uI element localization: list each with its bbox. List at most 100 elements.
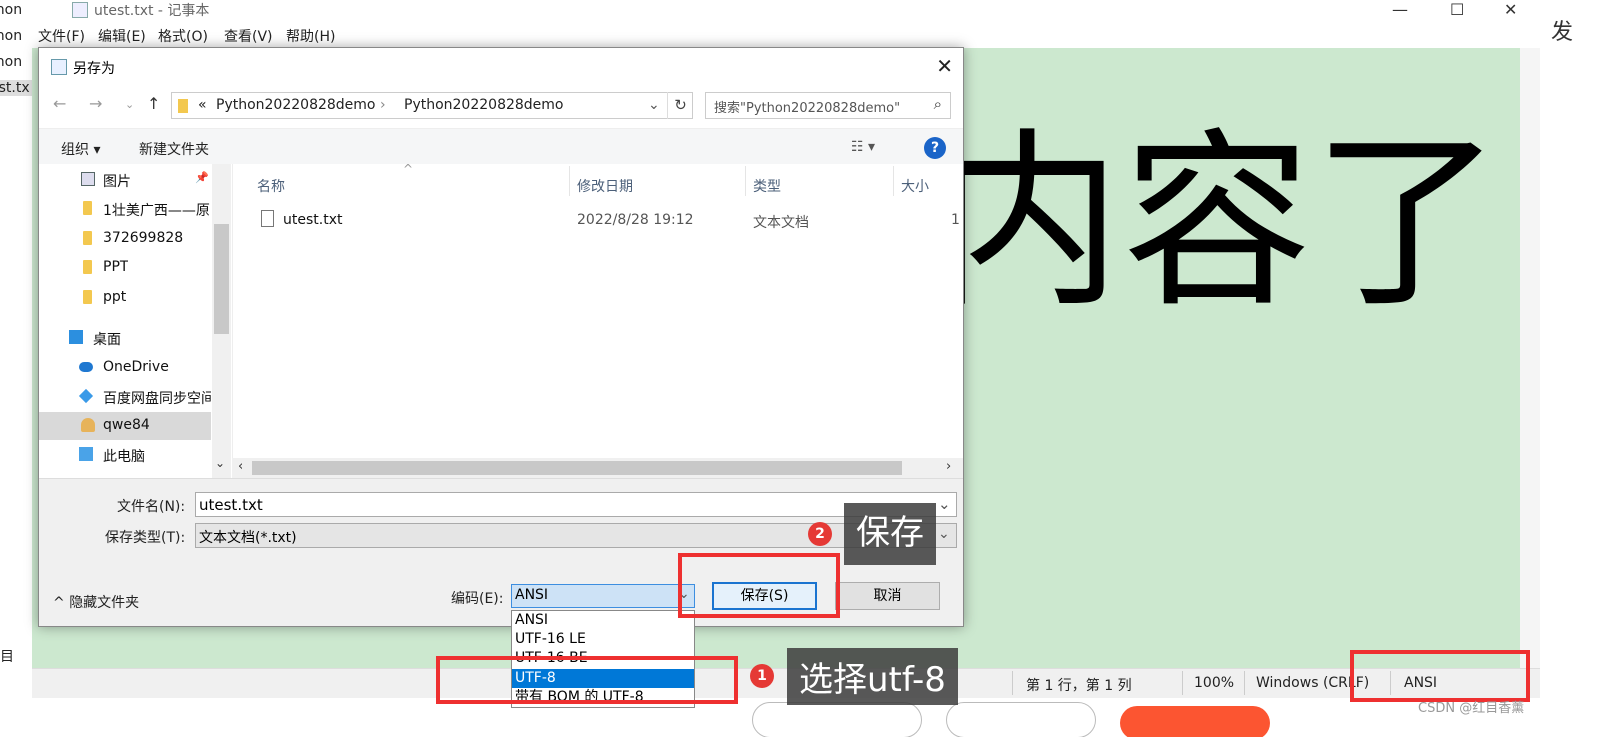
column-header-type[interactable]: 类型	[753, 176, 781, 196]
scroll-right-icon[interactable]: ›	[946, 459, 951, 474]
maximize-icon[interactable]: ☐	[1450, 0, 1464, 19]
computer-icon	[79, 447, 93, 461]
view-options-icon[interactable]: ☷ ▾	[851, 139, 875, 155]
file-list-hscrollbar[interactable]: ‹ ›	[232, 458, 963, 478]
bg-text: est.tx	[0, 80, 32, 96]
refresh-icon[interactable]: ↻	[667, 92, 693, 119]
tree-item[interactable]: 此电脑	[39, 441, 211, 469]
callout-step-2: 保存	[844, 503, 936, 565]
search-icon[interactable]: ⌕	[934, 95, 942, 113]
encoding-option[interactable]: UTF-16 LE	[512, 630, 694, 649]
back-icon[interactable]: ←	[53, 94, 66, 113]
column-header-date[interactable]: 修改日期	[577, 176, 633, 196]
chevron-down-icon[interactable]: ⌄	[938, 495, 951, 513]
folder-icon	[178, 99, 188, 113]
address-bar[interactable]: « Python20220828demo › Python20220828dem…	[171, 92, 693, 119]
notepad-icon	[51, 59, 67, 75]
navigation-scrollbar[interactable]: ⌄	[212, 164, 231, 478]
text-file-icon	[261, 210, 274, 227]
file-size: 1	[951, 212, 960, 228]
menu-view[interactable]: 查看(V)	[224, 26, 273, 46]
new-folder-button[interactable]: 新建文件夹	[139, 139, 209, 159]
column-header-size[interactable]: 大小	[901, 176, 929, 196]
bg-action-button[interactable]	[1120, 706, 1270, 737]
cloud-icon	[79, 362, 93, 372]
notepad-menubar: 文件(F) 编辑(E) 格式(O) 查看(V) 帮助(H)	[32, 22, 1567, 48]
filetype-label: 保存类型(T):	[105, 530, 186, 546]
tree-item[interactable]: 图片 📌	[39, 166, 211, 194]
address-dropdown-icon[interactable]: ⌄	[648, 97, 660, 113]
tree-item[interactable]: PPT	[39, 254, 211, 282]
dialog-toolbar: 组织 ▾ 新建文件夹 ☷ ▾ ?	[39, 128, 963, 164]
filetype-value: 文本文档(*.txt)	[199, 530, 297, 546]
search-box[interactable]: 搜索"Python20220828demo" ⌕	[705, 92, 951, 119]
navigation-pane: 图片 📌 1壮美广西——原 372699828 PPT ppt 桌面 OneDr…	[39, 164, 231, 478]
file-date: 2022/8/28 19:12	[577, 212, 694, 228]
hide-folders-toggle[interactable]: ^ 隐藏文件夹	[53, 592, 139, 612]
up-icon[interactable]: ↑	[147, 94, 160, 113]
bg-text: ython	[0, 54, 23, 70]
organize-button[interactable]: 组织 ▾	[61, 139, 100, 159]
scroll-left-icon[interactable]: ‹	[238, 459, 243, 474]
folder-icon	[83, 201, 92, 215]
user-icon	[81, 418, 95, 432]
tree-item[interactable]: 百度网盘同步空间	[39, 383, 211, 411]
sort-arrow-icon: ^	[403, 162, 414, 176]
chevron-down-icon[interactable]: ⌄	[938, 526, 950, 542]
step-badge-2: 2	[808, 522, 832, 546]
bg-pill-button[interactable]	[946, 702, 1096, 737]
menu-help[interactable]: 帮助(H)	[286, 26, 335, 46]
background-window-strip: 发	[1545, 0, 1599, 737]
step-badge-1: 1	[750, 664, 774, 688]
tree-item[interactable]: 372699828	[39, 225, 211, 253]
bg-text: ython	[0, 28, 23, 44]
notepad-scrollbar[interactable]	[1520, 48, 1540, 668]
chevron-up-icon: ^	[53, 595, 70, 611]
highlight-box-save	[678, 553, 840, 618]
breadcrumb-chevron-icon: ›	[380, 97, 386, 113]
folder-icon	[83, 260, 92, 274]
encoding-option[interactable]: ANSI	[512, 611, 694, 630]
picture-icon	[81, 172, 95, 186]
callout-step-1: 选择utf-8	[787, 648, 958, 705]
search-placeholder: 搜索"Python20220828demo"	[714, 101, 901, 116]
tree-item[interactable]: qwe84	[39, 412, 211, 440]
scroll-down-icon[interactable]: ⌄	[215, 456, 225, 470]
dialog-close-icon[interactable]: ✕	[936, 54, 953, 78]
file-type: 文本文档	[753, 215, 809, 231]
file-name: utest.txt	[283, 212, 343, 228]
folder-icon	[83, 290, 92, 304]
breadcrumb-segment[interactable]: Python20220828demo	[216, 97, 376, 113]
cancel-button[interactable]: 取消	[835, 582, 940, 610]
menu-format[interactable]: 格式(O)	[158, 26, 208, 46]
tree-item[interactable]: 1壮美广西——原	[39, 195, 211, 223]
encoding-label: 编码(E):	[451, 591, 504, 607]
desktop-icon	[69, 330, 83, 344]
menu-edit[interactable]: 编辑(E)	[98, 26, 146, 46]
forward-icon[interactable]: →	[89, 94, 102, 113]
filename-label: 文件名(N):	[117, 499, 186, 515]
filetype-select[interactable]: 文本文档(*.txt) ⌄	[195, 523, 957, 548]
highlight-box-status-encoding	[1350, 650, 1530, 702]
folder-icon	[83, 231, 92, 245]
breadcrumb-segment[interactable]: Python20220828demo	[404, 97, 564, 113]
background-window-strip: ython ython ython est.tx 目	[0, 0, 32, 737]
tree-item[interactable]: OneDrive	[39, 354, 211, 382]
file-list: ^ 名称 修改日期 类型 大小 utest.txt 2022/8/28 19:1…	[232, 162, 963, 478]
tree-item[interactable]: 桌面	[39, 324, 211, 352]
dialog-navbar: ← → ⌄ ↑ « Python20220828demo › Python202…	[39, 86, 963, 126]
scroll-thumb[interactable]	[252, 461, 902, 475]
watermark: CSDN @红目香薰	[1418, 701, 1525, 716]
bg-pill-button[interactable]	[752, 702, 922, 737]
help-icon[interactable]: ?	[924, 137, 946, 159]
minimize-icon[interactable]: —	[1392, 0, 1408, 19]
close-icon[interactable]: ✕	[1504, 0, 1517, 19]
history-chevron-icon[interactable]: ⌄	[125, 98, 134, 111]
filename-value: utest.txt	[199, 496, 263, 514]
column-header-name[interactable]: 名称	[257, 176, 285, 196]
tree-item[interactable]: ppt	[39, 284, 211, 312]
menu-file[interactable]: 文件(F)	[38, 26, 85, 46]
scroll-thumb[interactable]	[214, 224, 229, 334]
filename-input[interactable]: utest.txt ⌄	[195, 492, 957, 517]
encoding-select[interactable]: ANSI ⌄	[511, 584, 695, 608]
